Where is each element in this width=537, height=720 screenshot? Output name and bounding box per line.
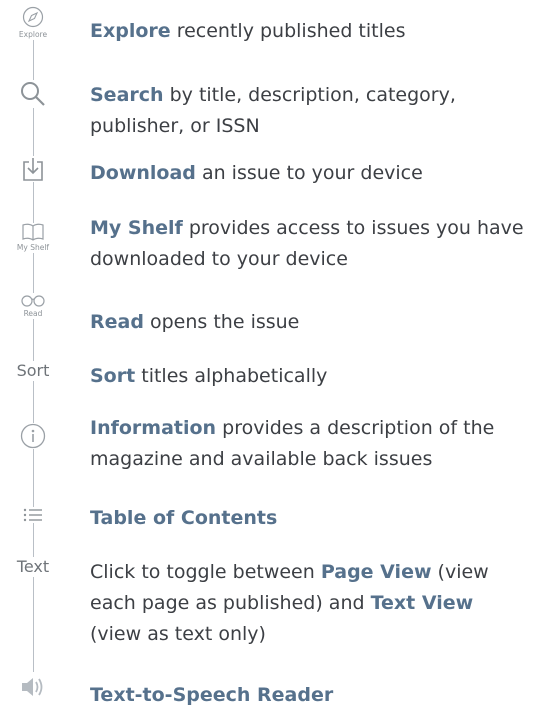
read-label: Read [90,311,144,333]
explore-label: Explore [90,20,171,42]
compass-icon: Explore [3,6,63,40]
sort-label: Sort [90,365,136,387]
explore-description: recently published titles [170,20,406,42]
download-icon [3,156,63,182]
my-shelf-caption: My Shelf [16,243,50,252]
search-label: Search [90,84,164,106]
book-icon: My Shelf [3,223,63,253]
download-description: an issue to your device [195,162,423,184]
list-icon [3,507,63,523]
explore-caption: Explore [18,30,48,39]
my-shelf-label: My Shelf [90,217,183,239]
info-icon [3,423,63,449]
text-to-speech-label: Text-to-Speech Reader [90,684,334,706]
page-view-label: Page View [320,561,432,583]
table-of-contents-label: Table of Contents [90,507,278,529]
read-caption: Read [23,309,43,318]
speaker-icon [3,676,63,698]
text-caption: Text [16,557,50,576]
information-label: Information [90,417,217,439]
sort-caption: Sort [16,361,50,380]
search-icon [3,80,63,108]
text-view-intro: Click to toggle between [90,561,321,583]
glasses-icon: Read [3,293,63,319]
text-view-label: Text View [370,592,474,614]
download-label: Download [90,162,196,184]
sort-icon: Sort [3,361,63,381]
text-icon: Text [3,557,63,577]
sort-description: titles alphabetically [135,365,328,387]
text-view-ending: (view as text only) [90,623,266,645]
read-description: opens the issue [143,311,300,333]
